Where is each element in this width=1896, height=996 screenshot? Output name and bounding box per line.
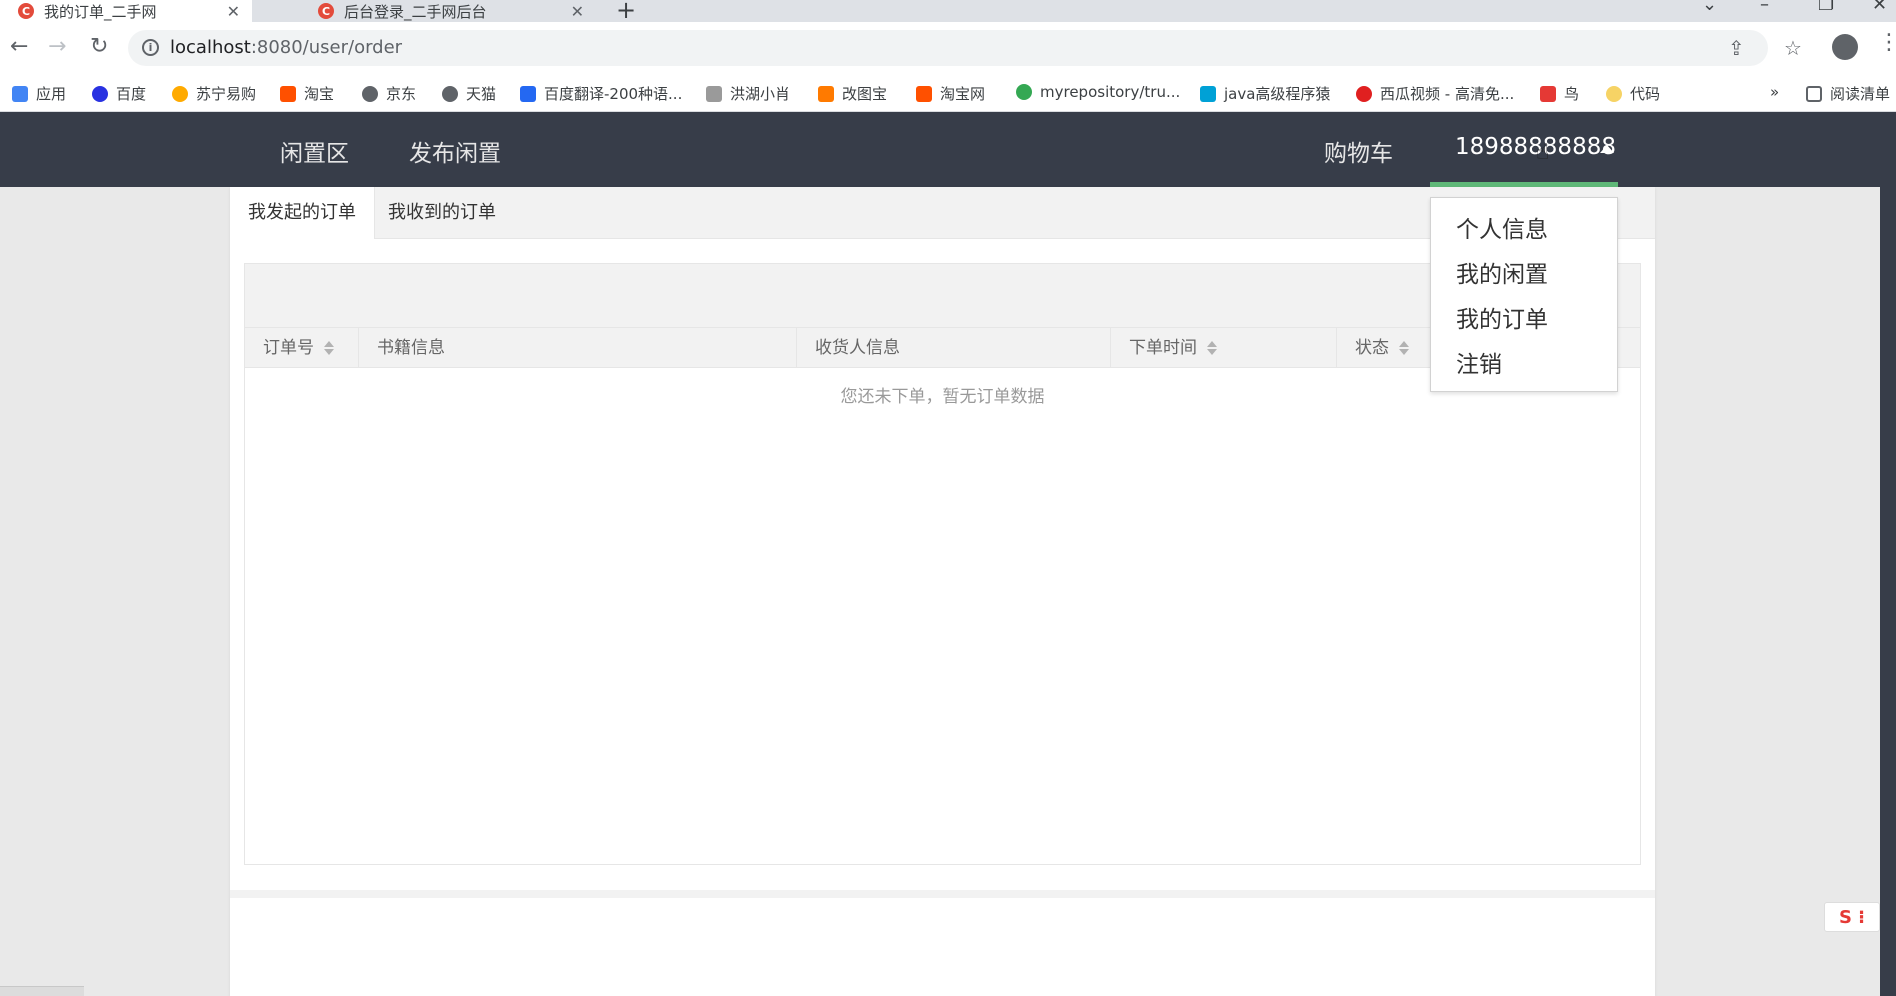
menu-item-logout[interactable]: 注销 <box>1456 345 1502 379</box>
sort-icon[interactable] <box>1207 341 1217 355</box>
site-header: 闲置区 发布闲置 购物车 18988888888 <box>0 112 1896 187</box>
taobao-icon <box>280 85 296 102</box>
sort-icon[interactable] <box>1399 341 1409 355</box>
minimize-icon[interactable]: – <box>1760 0 1769 15</box>
bookmark-baidu[interactable]: 百度 <box>92 83 146 104</box>
back-icon[interactable]: ← <box>10 34 28 59</box>
column-order-time[interactable]: 下单时间 <box>1111 328 1337 368</box>
restore-icon[interactable]: ❐ <box>1818 0 1834 15</box>
nav-idle-zone[interactable]: 闲置区 <box>280 134 349 168</box>
nav-publish-idle[interactable]: 发布闲置 <box>409 134 501 168</box>
honghu-icon <box>706 85 722 102</box>
tab-search-icon[interactable]: ⌄ <box>1702 0 1717 15</box>
user-menu[interactable]: 18988888888 <box>1430 112 1618 187</box>
bookmark-java[interactable]: java高级程序猿 <box>1200 83 1330 104</box>
bookmark-myrepository[interactable]: myrepository/tru... <box>1016 83 1180 101</box>
caret-up-icon <box>1600 145 1614 153</box>
reading-list[interactable]: 阅读清单 <box>1806 83 1890 104</box>
tab-my-initiated-orders[interactable]: 我发起的订单 <box>230 187 375 239</box>
tab-title: 我的订单_二手网 <box>44 2 157 21</box>
bookmark-baidu-translate[interactable]: 百度翻译-200种语... <box>520 83 682 104</box>
menu-item-profile[interactable]: 个人信息 <box>1456 210 1548 244</box>
code-icon <box>1606 85 1622 102</box>
taobao-icon <box>916 85 932 102</box>
bookmark-taobao[interactable]: 淘宝 <box>280 83 334 104</box>
close-tab-icon[interactable]: ✕ <box>571 2 584 21</box>
new-tab-icon[interactable]: + <box>616 0 636 24</box>
globe-icon <box>362 85 378 102</box>
bilibili-icon <box>1200 85 1216 102</box>
browser-tab-admin-login[interactable]: C 后台登录_二手网后台 ✕ <box>300 0 596 22</box>
page-edge <box>1880 112 1896 996</box>
reading-list-icon <box>1806 85 1822 102</box>
nav-cart[interactable]: 购物车 <box>1324 134 1393 168</box>
browser-menu-icon[interactable]: ⋮ <box>1878 30 1896 55</box>
bookmark-gaitubao[interactable]: 改图宝 <box>818 83 887 104</box>
column-book-info: 书籍信息 <box>359 328 797 368</box>
browser-tabbar: C 我的订单_二手网 ✕ C 后台登录_二手网后台 ✕ + ⌄ – ❐ ✕ <box>0 0 1896 24</box>
address-bar[interactable]: i localhost:8080/user/order ⇪ <box>128 30 1768 66</box>
tab-title: 后台登录_二手网后台 <box>344 2 487 21</box>
ime-toolbar-icon[interactable]: S ⁝ <box>1824 902 1880 932</box>
hand-cursor-icon: ☝ <box>1536 140 1550 165</box>
more-bookmarks-icon[interactable]: » <box>1770 83 1779 101</box>
sort-icon[interactable] <box>324 341 334 355</box>
bookmark-taobaowang[interactable]: 淘宝网 <box>916 83 985 104</box>
xigua-icon <box>1356 85 1372 102</box>
close-tab-icon[interactable]: ✕ <box>227 2 240 21</box>
column-order-id[interactable]: 订单号 <box>245 328 359 368</box>
chrome-icon <box>1016 84 1032 100</box>
bookmark-code[interactable]: 代码 <box>1606 83 1660 104</box>
profile-avatar-icon[interactable] <box>1832 34 1858 60</box>
share-icon[interactable]: ⇪ <box>1728 36 1745 60</box>
apps-grid-icon <box>12 85 28 102</box>
column-receiver-info: 收货人信息 <box>797 328 1111 368</box>
status-bar <box>0 986 84 996</box>
reload-icon[interactable]: ↻ <box>90 34 108 59</box>
site-favicon-icon: C <box>318 3 334 19</box>
panel-divider <box>230 890 1655 898</box>
user-dropdown-menu: 个人信息 我的闲置 我的订单 注销 <box>1430 197 1618 392</box>
bookmark-star-icon[interactable]: ☆ <box>1784 36 1802 60</box>
bookmark-xigua[interactable]: 西瓜视频 - 高清免... <box>1356 83 1514 104</box>
menu-item-my-idle[interactable]: 我的闲置 <box>1456 255 1548 289</box>
site-favicon-icon: C <box>18 3 34 19</box>
site-info-icon[interactable]: i <box>142 39 159 56</box>
bookmarks-bar: 应用 百度 苏宁易购 淘宝 京东 天猫 百度翻译-200种语... 洪湖小肖 改… <box>0 74 1896 112</box>
browser-toolbar: ← → ↻ i localhost:8080/user/order ⇪ ☆ ⋮ <box>0 22 1896 74</box>
gaitubao-icon <box>818 85 834 102</box>
translate-icon <box>520 85 536 102</box>
bookmark-jd[interactable]: 京东 <box>362 83 416 104</box>
browser-tab-orders[interactable]: C 我的订单_二手网 ✕ <box>0 0 252 22</box>
bookmark-tmall[interactable]: 天猫 <box>442 83 496 104</box>
bookmark-niao[interactable]: 鸟 <box>1540 83 1579 104</box>
bookmark-suning[interactable]: 苏宁易购 <box>172 83 256 104</box>
suning-icon <box>172 85 188 102</box>
url-text: localhost:8080/user/order <box>170 37 403 58</box>
bookmark-apps[interactable]: 应用 <box>12 83 66 104</box>
bookmark-honghu[interactable]: 洪湖小肖 <box>706 83 790 104</box>
baidu-paw-icon <box>92 85 108 102</box>
close-window-icon[interactable]: ✕ <box>1872 0 1887 15</box>
globe-icon <box>442 85 458 102</box>
forward-icon[interactable]: → <box>48 34 66 59</box>
bird-icon <box>1540 85 1556 102</box>
menu-item-my-orders[interactable]: 我的订单 <box>1456 300 1548 334</box>
tab-my-received-orders[interactable]: 我收到的订单 <box>370 187 514 239</box>
